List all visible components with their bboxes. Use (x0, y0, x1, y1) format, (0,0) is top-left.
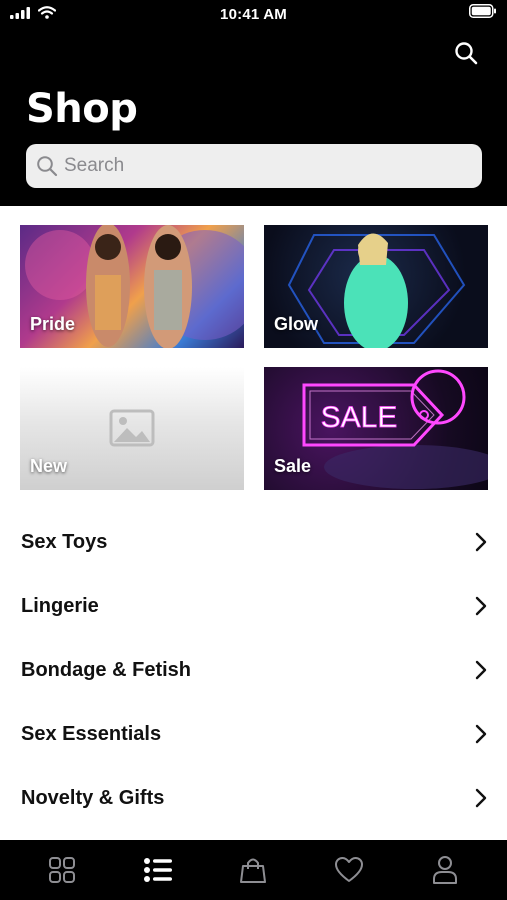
tile-glow[interactable]: Glow (264, 225, 488, 348)
grid-icon (48, 857, 75, 883)
featured-tiles: Pride Glow New SALE Sale (20, 225, 488, 491)
tile-new[interactable]: New (20, 367, 244, 490)
tab-shop[interactable] (128, 845, 188, 895)
category-row-bondage-fetish[interactable]: Bondage & Fetish (0, 638, 507, 702)
category-label: Lingerie (21, 594, 99, 617)
category-row-sex-essentials[interactable]: Sex Essentials (0, 702, 507, 766)
category-list: Sex Toys Lingerie Bondage & Fetish Sex E… (0, 510, 507, 830)
tab-wishlist[interactable] (319, 845, 379, 895)
category-row-lingerie[interactable]: Lingerie (0, 574, 507, 638)
category-row-novelty-gifts[interactable]: Novelty & Gifts (0, 766, 507, 830)
battery-icon (469, 4, 497, 23)
category-label: Sex Toys (21, 530, 108, 553)
search-input[interactable] (64, 155, 464, 177)
category-row-sex-toys[interactable]: Sex Toys (0, 510, 507, 574)
search-button[interactable] (451, 38, 481, 68)
sale-sign-text: SALE (321, 401, 398, 434)
chevron-right-icon (475, 532, 487, 552)
category-label: Novelty & Gifts (21, 786, 165, 809)
image-placeholder-icon (109, 409, 155, 447)
tab-bag[interactable] (223, 845, 283, 895)
tile-pride[interactable]: Pride (20, 225, 244, 348)
page-title: Shop (26, 86, 138, 132)
tile-label: Pride (30, 314, 76, 334)
person-icon (433, 856, 458, 884)
tab-bar (0, 840, 507, 900)
tile-sale[interactable]: SALE Sale (264, 367, 488, 490)
chevron-right-icon (475, 660, 487, 680)
tab-account[interactable] (415, 845, 475, 895)
bag-icon (240, 858, 267, 883)
search-field[interactable] (26, 144, 482, 188)
search-icon (455, 42, 478, 65)
tile-label: New (30, 456, 68, 476)
list-icon (143, 858, 172, 882)
status-bar: 10:41 AM (0, 0, 507, 28)
category-label: Sex Essentials (21, 722, 162, 745)
status-time: 10:41 AM (220, 6, 287, 23)
chevron-right-icon (475, 596, 487, 616)
tab-home[interactable] (32, 845, 92, 895)
heart-icon (335, 857, 364, 882)
chevron-right-icon (475, 724, 487, 744)
tile-label: Glow (274, 314, 318, 334)
tile-label: Sale (274, 456, 312, 476)
search-icon (37, 156, 58, 177)
chevron-right-icon (475, 788, 487, 808)
category-label: Bondage & Fetish (21, 658, 192, 681)
header: 10:41 AM Shop (0, 0, 507, 206)
